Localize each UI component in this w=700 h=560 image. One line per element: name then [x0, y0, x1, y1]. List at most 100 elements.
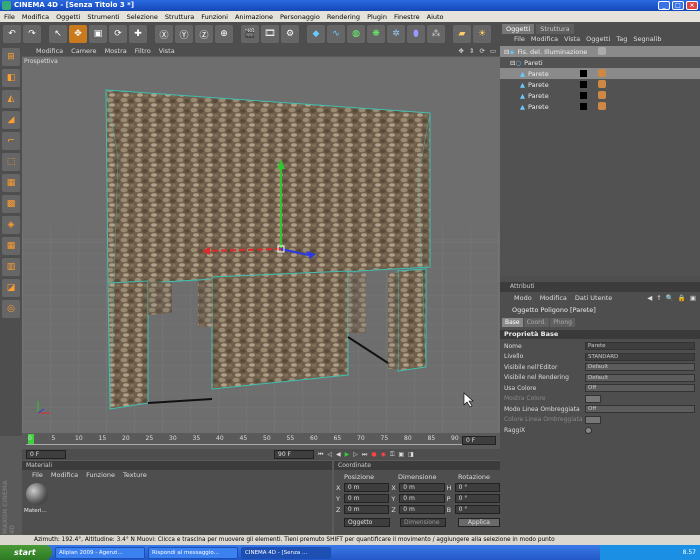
- tree-item-parete[interactable]: ▲ Parete: [500, 79, 700, 90]
- z-axis-icon[interactable]: Ⓩ: [195, 25, 213, 43]
- cube-primitive-icon[interactable]: ◆: [307, 25, 325, 43]
- workplane-icon[interactable]: ◪: [2, 279, 20, 297]
- animation-mode-icon[interactable]: ◈: [2, 216, 20, 234]
- attr-tab-base[interactable]: Base: [502, 318, 523, 327]
- texture-tag-icon[interactable]: [598, 69, 606, 77]
- points-tool-icon[interactable]: ⬚: [2, 153, 20, 171]
- objects-menu-oggetti[interactable]: Oggetti: [586, 35, 610, 43]
- key-params-icon[interactable]: ▣: [398, 451, 404, 458]
- tree-item-parete[interactable]: ▲ Parete: [500, 68, 700, 79]
- attr-tab-coord[interactable]: Coord.: [523, 318, 550, 327]
- make-editable-icon[interactable]: ⊞: [2, 48, 20, 66]
- key-selection-icon[interactable]: ⚿: [390, 451, 395, 459]
- viewport-menu-camere[interactable]: Camere: [71, 47, 96, 55]
- objects-menu-segnalib[interactable]: Segnalib: [633, 35, 661, 43]
- scene-icon[interactable]: ⬮: [407, 25, 425, 43]
- menu-aiuto[interactable]: Aiuto: [427, 13, 444, 21]
- rot-p-field[interactable]: 0 °: [454, 494, 500, 503]
- upper-wall-mesh[interactable]: [105, 89, 431, 286]
- taskbar-email[interactable]: Rispondi al messaggio...: [148, 546, 238, 559]
- visibile-rendering-select[interactable]: Default: [585, 373, 695, 382]
- use-texture-tool-icon[interactable]: ◢: [2, 111, 20, 129]
- menu-oggetti[interactable]: Oggetti: [56, 13, 80, 21]
- go-start-icon[interactable]: ⏮: [318, 451, 323, 459]
- autokey-icon[interactable]: ◉: [381, 451, 386, 458]
- tree-item-illuminazione[interactable]: ⊟ ◈ Fis. del. Illuminazione: [500, 46, 700, 57]
- modo-linea-select[interactable]: Off: [585, 405, 695, 414]
- up-arrow-icon[interactable]: ↑: [656, 294, 661, 302]
- go-end-icon[interactable]: ⏭: [362, 451, 367, 459]
- menu-modifica[interactable]: Modifica: [22, 13, 49, 21]
- minimize-button[interactable]: _: [658, 1, 670, 10]
- record-icon[interactable]: ●: [371, 451, 376, 458]
- tree-item-parete[interactable]: ▲ Parete: [500, 90, 700, 101]
- usa-colore-select[interactable]: Off: [585, 384, 695, 393]
- close-button[interactable]: ×: [686, 1, 698, 10]
- tree-item-parete[interactable]: ▲ Parete: [500, 101, 700, 112]
- spline-icon[interactable]: ∿: [327, 25, 345, 43]
- menu-finestre[interactable]: Finestre: [394, 13, 420, 21]
- size-mode-select[interactable]: Dimensione: [399, 518, 446, 527]
- lower-wall-middle[interactable]: [211, 270, 349, 390]
- light-icon[interactable]: ☀: [473, 25, 491, 43]
- undo-icon[interactable]: ↶: [3, 25, 21, 43]
- environment-icon[interactable]: ⁂: [427, 25, 445, 43]
- menu-struttura[interactable]: Struttura: [165, 13, 194, 21]
- viewport-menu-mostra[interactable]: Mostra: [105, 47, 127, 55]
- maximize-button[interactable]: □: [672, 1, 684, 10]
- key-pla-icon[interactable]: ◨: [408, 451, 414, 458]
- visibile-editor-select[interactable]: Default: [585, 363, 695, 372]
- objects-menu-file[interactable]: File: [514, 35, 525, 43]
- x-axis-icon[interactable]: Ⓧ: [155, 25, 173, 43]
- menu-strumenti[interactable]: Strumenti: [87, 13, 119, 21]
- viewport-move-icon[interactable]: ✥: [458, 47, 463, 55]
- render-picture-viewer-icon[interactable]: 🎞: [261, 25, 279, 43]
- y-axis-icon[interactable]: Ⓨ: [175, 25, 193, 43]
- apply-button[interactable]: Applica: [457, 518, 501, 527]
- dim-x-field[interactable]: 0 m: [399, 483, 445, 492]
- search-icon[interactable]: 🔍: [666, 294, 674, 302]
- menu-personaggio[interactable]: Personaggio: [280, 13, 320, 21]
- texture-tag-icon[interactable]: [598, 91, 606, 99]
- use-object-tool-icon[interactable]: ◭: [2, 90, 20, 108]
- tab-struttura[interactable]: Struttura: [536, 24, 574, 34]
- material-menu-funzione[interactable]: Funzione: [86, 471, 115, 479]
- tab-oggetti[interactable]: Oggetti: [502, 24, 535, 34]
- menu-funzioni[interactable]: Funzioni: [201, 13, 228, 21]
- pos-y-field[interactable]: 0 m: [343, 494, 390, 503]
- dim-z-field[interactable]: 0 m: [399, 505, 445, 514]
- timeline[interactable]: 0 5 10 15 20 25 30 35 40 45 50 55 60 65 70 75 80 85 90 0 F: [22, 433, 500, 449]
- objects-menu-tag[interactable]: Tag: [616, 35, 627, 43]
- rot-h-field[interactable]: 0 °: [454, 483, 500, 492]
- texture-tag-icon[interactable]: [598, 102, 606, 110]
- menu-selezione[interactable]: Selezione: [127, 13, 158, 21]
- tweak-mode-icon[interactable]: ▦: [2, 237, 20, 255]
- use-model-tool-icon[interactable]: ◧: [2, 69, 20, 87]
- rot-b-field[interactable]: 0 °: [454, 505, 500, 514]
- render-settings-icon[interactable]: ⚙: [281, 25, 299, 43]
- end-frame-field[interactable]: 90 F: [274, 450, 314, 459]
- attr-menu-dati-utente[interactable]: Dati Utente: [575, 294, 612, 302]
- render-view-icon[interactable]: 🎬: [241, 25, 259, 43]
- attr-menu-modifica[interactable]: Modifica: [540, 294, 567, 302]
- sphere-tag-icon[interactable]: [598, 47, 606, 55]
- viewport-rotate-icon[interactable]: ⟳: [479, 47, 484, 55]
- livello-field[interactable]: STANDARD: [585, 352, 695, 361]
- menu-plugin[interactable]: Plugin: [367, 13, 387, 21]
- viewport-menu-filtro[interactable]: Filtro: [135, 47, 151, 55]
- menu-file[interactable]: File: [4, 13, 15, 21]
- nome-field[interactable]: Parete: [585, 342, 695, 351]
- scale-icon[interactable]: ▣: [89, 25, 107, 43]
- snap-icon[interactable]: ▥: [2, 258, 20, 276]
- material-menu-file[interactable]: File: [32, 471, 43, 479]
- lower-wall-left[interactable]: [107, 280, 149, 410]
- deformer-icon[interactable]: ✲: [387, 25, 405, 43]
- perspective-viewport[interactable]: Prospettiva: [22, 57, 500, 433]
- viewport-maximize-icon[interactable]: ▭: [490, 47, 496, 55]
- array-icon[interactable]: ❋: [367, 25, 385, 43]
- new-window-icon[interactable]: ▣: [690, 294, 696, 302]
- redo-icon[interactable]: ↷: [23, 25, 41, 43]
- taskbar-allplan[interactable]: Allplan 2009 - Agenzi...: [55, 546, 145, 559]
- dim-y-field[interactable]: 0 m: [399, 494, 445, 503]
- current-frame-field[interactable]: 0 F: [462, 436, 496, 445]
